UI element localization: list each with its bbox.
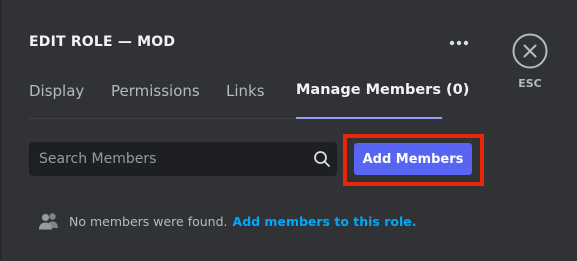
tab-bar: Display Permissions Links Manage Members… — [29, 82, 469, 120]
close-button[interactable] — [512, 33, 548, 69]
search-icon[interactable] — [313, 150, 331, 168]
people-icon — [39, 213, 58, 230]
panel-edge — [0, 0, 2, 261]
active-tab-indicator — [296, 117, 442, 119]
more-options-button[interactable] — [447, 33, 471, 53]
close-circle-icon — [512, 33, 548, 69]
esc-label: ESC — [518, 77, 542, 90]
search-members-input[interactable] — [29, 142, 309, 176]
empty-state-message: No members were found. — [69, 213, 228, 229]
tab-links[interactable]: Links — [226, 82, 265, 100]
add-members-link[interactable]: Add members to this role. — [233, 214, 417, 229]
tab-permissions[interactable]: Permissions — [111, 82, 200, 100]
tab-manage-members[interactable]: Manage Members (0) — [296, 82, 469, 98]
empty-state: No members were found. Add members to th… — [38, 210, 416, 232]
page-title: EDIT ROLE — MOD — [29, 34, 176, 50]
more-horizontal-icon — [449, 40, 469, 46]
add-members-button[interactable]: Add Members — [354, 143, 472, 175]
search-box — [29, 142, 337, 176]
tab-display[interactable]: Display — [29, 82, 84, 100]
